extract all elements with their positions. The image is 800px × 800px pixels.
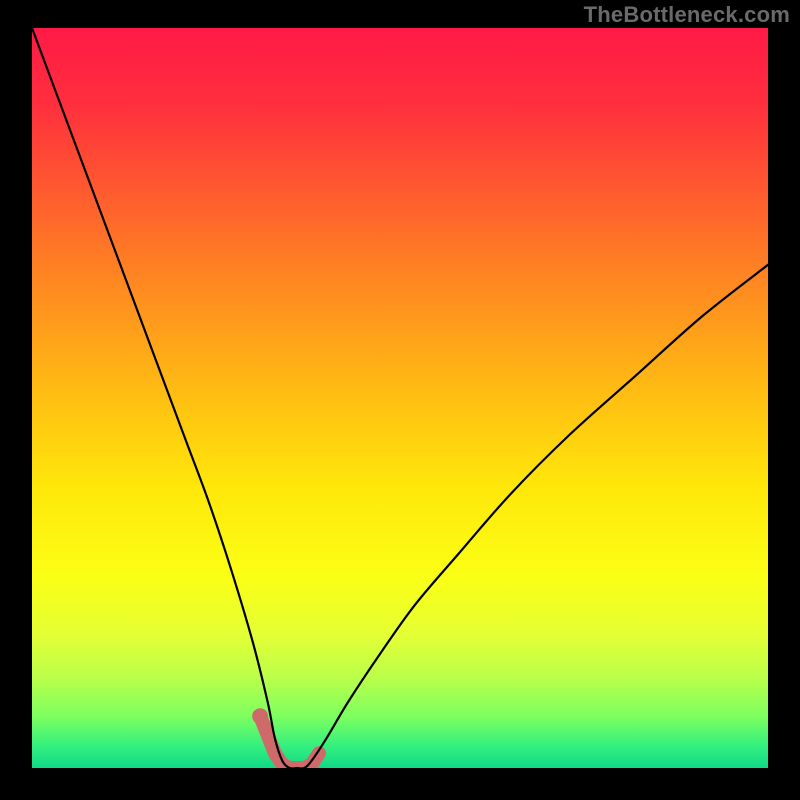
chart-frame: TheBottleneck.com [0, 0, 800, 800]
watermark-text: TheBottleneck.com [584, 2, 790, 28]
plot-area [32, 28, 768, 768]
gradient-background [32, 28, 768, 768]
bottleneck-chart [32, 28, 768, 768]
optimal-highlight-dot [252, 708, 268, 724]
